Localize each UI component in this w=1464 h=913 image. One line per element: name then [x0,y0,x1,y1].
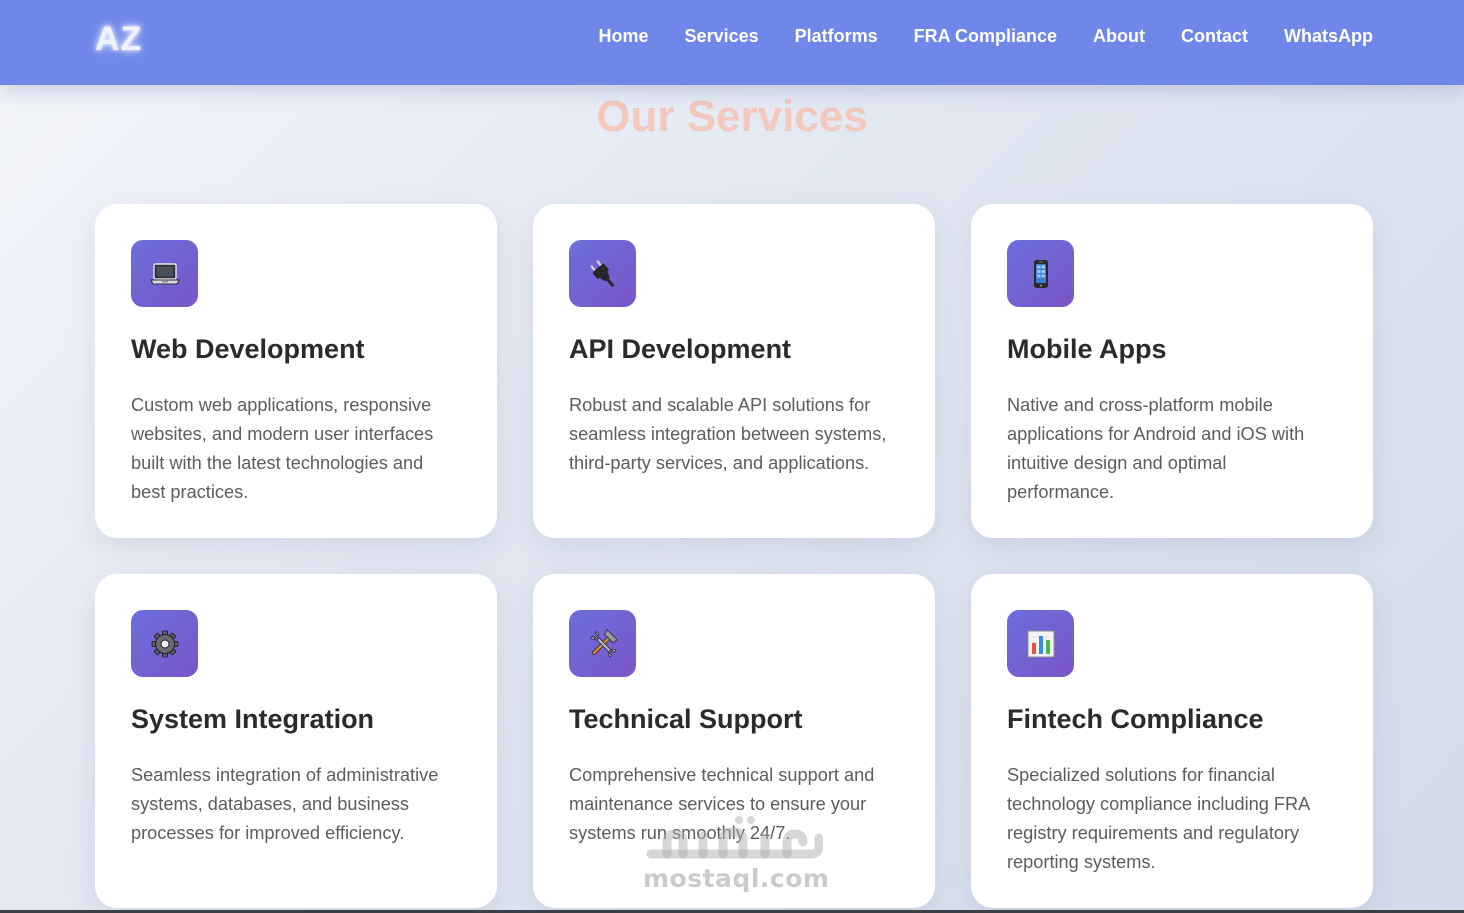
nav-link-platforms[interactable]: Platforms [795,26,878,47]
nav-link-about[interactable]: About [1093,26,1145,47]
card-description: Robust and scalable API solutions for se… [569,395,887,473]
service-card-fintech-compliance: Fintech Compliance Specialized solutions… [971,574,1373,908]
nav-link-whatsapp[interactable]: WhatsApp [1284,26,1373,47]
nav-link-home[interactable]: Home [599,26,649,47]
card-title: Fintech Compliance [1007,704,1264,734]
card-title: Mobile Apps [1007,334,1167,364]
service-card-web-development: Web Development Custom web applications,… [95,204,497,538]
gear-icon [131,610,198,677]
laptop-icon [131,240,198,307]
card-title: Web Development [131,334,365,364]
card-title: API Development [569,334,792,364]
service-card-api-development: API Development Robust and scalable API … [533,204,935,538]
nav-link-fra-compliance[interactable]: FRA Compliance [914,26,1057,47]
card-title: Technical Support [569,704,803,734]
card-description: Native and cross-platform mobile applica… [1007,395,1305,502]
card-description: Specialized solutions for financial tech… [1007,765,1310,872]
navbar: AZ Home Services Platforms FRA Complianc… [0,0,1464,85]
card-description: Custom web applications, responsive webs… [131,395,434,502]
nav-link-services[interactable]: Services [685,26,759,47]
plug-icon [569,240,636,307]
service-card-mobile-apps: Mobile Apps Native and cross-platform mo… [971,204,1373,538]
service-card-system-integration: System Integration Seamless integration … [95,574,497,908]
services-grid: Web Development Custom web applications,… [95,204,1373,908]
card-title: System Integration [131,704,375,734]
bar-chart-icon [1007,610,1074,677]
nav-link-contact[interactable]: Contact [1181,26,1248,47]
service-card-technical-support: Technical Support Comprehensive technica… [533,574,935,908]
site-logo[interactable]: AZ [95,20,142,59]
section-title: Our Services [596,92,868,141]
tools-icon [569,610,636,677]
mobile-phone-icon [1007,240,1074,307]
nav-links: Home Services Platforms FRA Compliance A… [599,26,1373,47]
card-description: Seamless integration of administrative s… [131,765,439,843]
card-description: Comprehensive technical support and main… [569,765,875,843]
